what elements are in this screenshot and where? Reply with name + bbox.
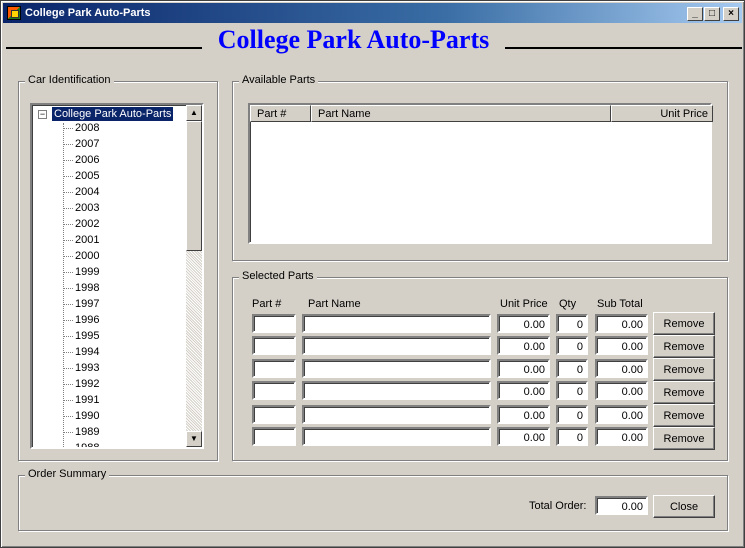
part-name-input[interactable] <box>302 359 491 378</box>
part-name-input[interactable] <box>302 381 491 400</box>
header-part-name: Part Name <box>308 298 361 310</box>
part-name-input[interactable] <box>302 405 491 424</box>
unit-price-input[interactable] <box>497 314 550 333</box>
tree-item-year[interactable]: 1995 <box>63 329 183 345</box>
scroll-thumb[interactable] <box>186 121 202 251</box>
tree-item-year[interactable]: 2000 <box>63 249 183 265</box>
heading-rule-right <box>505 47 742 49</box>
tree-item-year[interactable]: 1994 <box>63 345 183 361</box>
qty-input[interactable] <box>556 336 588 355</box>
column-header-part-name[interactable]: Part Name <box>311 105 611 122</box>
tree-item-year[interactable]: 1989 <box>63 425 183 441</box>
sub-total-input[interactable] <box>595 359 648 378</box>
page-title: College Park Auto-Parts <box>217 25 490 54</box>
part-name-input[interactable] <box>302 336 491 355</box>
main-window: College Park Auto-Parts _ □ × College Pa… <box>0 0 745 548</box>
selected-parts-label: Selected Parts <box>239 270 317 282</box>
maximize-button[interactable]: □ <box>704 7 720 21</box>
unit-price-input[interactable] <box>497 359 550 378</box>
sub-total-input[interactable] <box>595 427 648 446</box>
total-order-label: Total Order: <box>529 500 587 512</box>
tree-item-year[interactable]: 2006 <box>63 153 183 169</box>
total-order-field[interactable] <box>595 496 648 515</box>
app-heading: College Park Auto-Parts <box>1 23 745 59</box>
remove-button[interactable]: Remove <box>653 335 715 358</box>
car-tree-view[interactable]: − College Park Auto-Parts 2008 2007 2006… <box>30 103 204 449</box>
car-identification-label: Car Identification <box>25 74 114 86</box>
unit-price-input[interactable] <box>497 381 550 400</box>
unit-price-input[interactable] <box>497 405 550 424</box>
tree-item-year[interactable]: 1988 <box>63 441 183 447</box>
minimize-button[interactable]: _ <box>687 7 703 21</box>
column-header-part-no[interactable]: Part # <box>250 105 311 122</box>
part-name-input[interactable] <box>302 314 491 333</box>
unit-price-input[interactable] <box>497 336 550 355</box>
scroll-down-icon[interactable]: ▼ <box>186 431 202 447</box>
sub-total-input[interactable] <box>595 381 648 400</box>
qty-input[interactable] <box>556 359 588 378</box>
qty-input[interactable] <box>556 427 588 446</box>
sub-total-input[interactable] <box>595 336 648 355</box>
remove-button[interactable]: Remove <box>653 404 715 427</box>
sub-total-input[interactable] <box>595 314 648 333</box>
part-no-input[interactable] <box>252 336 296 355</box>
header-sub-total: Sub Total <box>597 298 643 310</box>
title-bar[interactable]: College Park Auto-Parts _ □ × <box>3 3 742 23</box>
available-parts-label: Available Parts <box>239 74 319 86</box>
heading-rule-left <box>6 47 202 49</box>
header-part-no: Part # <box>252 298 282 310</box>
part-name-input[interactable] <box>302 427 491 446</box>
qty-input[interactable] <box>556 314 588 333</box>
tree-item-year[interactable]: 2001 <box>63 233 183 249</box>
tree-item-year[interactable]: 2004 <box>63 185 183 201</box>
tree-item-year[interactable]: 1999 <box>63 265 183 281</box>
remove-button[interactable]: Remove <box>653 358 715 381</box>
tree-item-year[interactable]: 1997 <box>63 297 183 313</box>
remove-button[interactable]: Remove <box>653 312 715 335</box>
order-summary-label: Order Summary <box>25 468 110 480</box>
unit-price-input[interactable] <box>497 427 550 446</box>
header-qty: Qty <box>559 298 577 310</box>
close-button[interactable]: Close <box>653 495 715 518</box>
collapse-icon[interactable]: − <box>38 110 47 119</box>
remove-button[interactable]: Remove <box>653 381 715 404</box>
tree-item-year[interactable]: 2007 <box>63 137 183 153</box>
tree-item-year[interactable]: 1990 <box>63 409 183 425</box>
tree-scrollbar[interactable]: ▲ ▼ <box>186 105 202 447</box>
qty-input[interactable] <box>556 381 588 400</box>
tree-item-year[interactable]: 2003 <box>63 201 183 217</box>
scroll-up-icon[interactable]: ▲ <box>186 105 202 121</box>
tree-item-year[interactable]: 1998 <box>63 281 183 297</box>
qty-input[interactable] <box>556 405 588 424</box>
tree-item-year[interactable]: 2002 <box>63 217 183 233</box>
close-window-button[interactable]: × <box>723 7 739 21</box>
tree-item-year[interactable]: 1996 <box>63 313 183 329</box>
sub-total-input[interactable] <box>595 405 648 424</box>
tree-item-year[interactable]: 1992 <box>63 377 183 393</box>
column-header-unit-price[interactable]: Unit Price <box>611 105 713 122</box>
part-no-input[interactable] <box>252 314 296 333</box>
part-no-input[interactable] <box>252 359 296 378</box>
part-no-input[interactable] <box>252 427 296 446</box>
tree-item-year[interactable]: 2005 <box>63 169 183 185</box>
header-unit-price: Unit Price <box>500 298 548 310</box>
tree-item-year[interactable]: 1993 <box>63 361 183 377</box>
part-no-input[interactable] <box>252 381 296 400</box>
tree-root-label[interactable]: College Park Auto-Parts <box>52 107 174 121</box>
remove-button[interactable]: Remove <box>653 427 715 450</box>
window-title: College Park Auto-Parts <box>25 7 151 19</box>
tree-item-year[interactable]: 1991 <box>63 393 183 409</box>
app-icon[interactable] <box>7 6 21 20</box>
tree-item-year[interactable]: 2008 <box>63 121 183 137</box>
part-no-input[interactable] <box>252 405 296 424</box>
available-parts-list[interactable]: Part # Part Name Unit Price <box>248 103 713 244</box>
